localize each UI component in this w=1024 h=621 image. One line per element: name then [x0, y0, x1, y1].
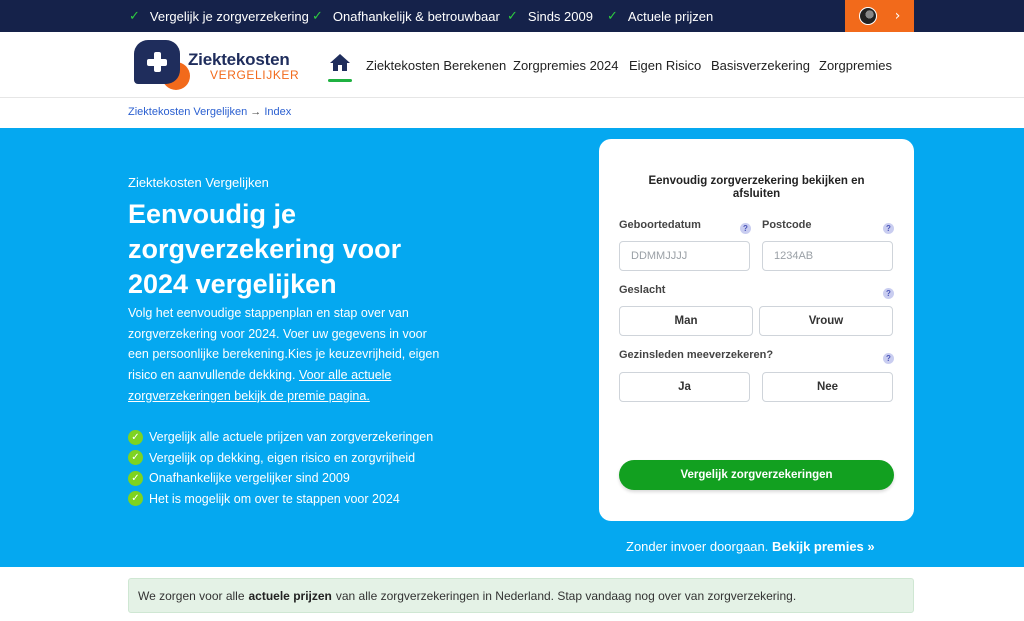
help-icon[interactable]: ?: [883, 223, 894, 234]
usp-item: ✓ Vergelijk je zorgverzekering: [129, 0, 309, 32]
hero-intro-text: Volg het eenvoudige stappenplan en stap …: [128, 306, 440, 383]
postcode-label: Postcode: [762, 219, 812, 231]
gender-label: Geslacht: [619, 284, 666, 296]
usp-item: ✓ Actuele prijzen: [607, 0, 713, 32]
nav-item-zorgpremies-2024[interactable]: Zorgpremies 2024: [513, 32, 619, 98]
family-ja-button[interactable]: Ja: [619, 372, 750, 402]
list-item: ✓ Vergelijk op dekking, eigen risico en z…: [128, 448, 433, 469]
notice-text-bold: actuele prijzen: [248, 588, 332, 603]
breadcrumb: Ziektekosten Vergelijken → Index: [128, 106, 291, 118]
nav-item-ziektekosten-berekenen[interactable]: Ziektekosten Berekenen: [366, 32, 506, 98]
active-nav-underline: [328, 79, 352, 82]
breadcrumb-separator: →: [250, 106, 262, 118]
check-icon: ✓: [607, 8, 618, 23]
usp-text: Sinds 2009: [527, 8, 593, 24]
list-item: ✓ Het is mogelijk om over te stappen voor…: [128, 489, 433, 510]
hero-eyebrow: Ziektekosten Vergelijken: [128, 175, 269, 190]
skip-input-row: Zonder invoer doorgaan. Bekijk premies »: [626, 539, 875, 554]
birthdate-label: Geboortedatum: [619, 219, 701, 231]
plus-icon: [145, 50, 169, 74]
hero-intro: Volg het eenvoudige stappenplan en stap …: [128, 303, 448, 407]
check-circle-icon: ✓: [128, 470, 143, 486]
nav-item-zorgpremies[interactable]: Zorgpremies: [819, 32, 892, 98]
comparison-form-card: Eenvoudig zorgverzekering bekijken en af…: [599, 139, 914, 521]
help-icon[interactable]: ?: [740, 223, 751, 234]
list-item: ✓ Vergelijk alle actuele prijzen van zorg…: [128, 427, 433, 448]
notice-text-after: van alle zorgverzekeringen in Nederland.…: [335, 588, 797, 603]
check-icon: ✓: [507, 8, 518, 23]
family-nee-button[interactable]: Nee: [762, 372, 893, 402]
account-button[interactable]: ›: [845, 0, 914, 32]
usp-text: Actuele prijzen: [627, 8, 714, 24]
list-item: ✓ Onafhankelijke vergelijker sind 2009: [128, 468, 433, 489]
breadcrumb-root-link[interactable]: Ziektekosten Vergelijken: [128, 106, 247, 118]
chevron-right-icon: ›: [894, 8, 901, 24]
help-icon[interactable]: ?: [883, 288, 894, 299]
check-circle-icon: ✓: [128, 429, 143, 445]
birthdate-input[interactable]: [619, 241, 750, 271]
avatar: [858, 7, 877, 25]
form-title: Eenvoudig zorgverzekering bekijken en af…: [648, 175, 865, 200]
info-notice: We zorgen voor alle actuele prijzen van …: [128, 578, 914, 613]
family-label: Gezinsleden meeverzekeren?: [619, 349, 774, 361]
site-header: Ziektekosten VERGELIJKER Ziektekosten Be…: [0, 32, 1024, 98]
usp-item: ✓ Sinds 2009: [507, 0, 593, 32]
check-icon: ✓: [312, 8, 323, 23]
notice-text-before: We zorgen voor alle: [138, 588, 245, 603]
gender-vrouw-button[interactable]: Vrouw: [759, 306, 893, 336]
help-icon[interactable]: ?: [883, 353, 894, 364]
postcode-input[interactable]: [762, 241, 893, 271]
check-circle-icon: ✓: [128, 450, 143, 466]
hero-section: Ziektekosten Vergelijken Eenvoudig je zo…: [0, 128, 1024, 567]
breadcrumb-current: Index: [264, 106, 292, 118]
logo-subtext: VERGELIJKER: [210, 68, 300, 82]
skip-text: Zonder invoer doorgaan.: [626, 539, 769, 554]
benefit-list: ✓ Vergelijk alle actuele prijzen van zorg…: [128, 427, 433, 509]
check-icon: ✓: [129, 8, 140, 23]
logo-text: Ziektekosten: [188, 50, 290, 69]
nav-item-eigen-risico[interactable]: Eigen Risico: [629, 32, 701, 98]
site-logo[interactable]: Ziektekosten VERGELIJKER: [132, 40, 299, 90]
home-icon[interactable]: [328, 54, 352, 82]
nav-item-basisverzekering[interactable]: Basisverzekering: [711, 32, 810, 98]
check-circle-icon: ✓: [128, 491, 143, 507]
usp-text: Onafhankelijk & betrouwbaar: [332, 8, 500, 24]
top-usp-bar: ✓ Vergelijk je zorgverzekering ✓ Onafhan…: [0, 0, 1024, 32]
hero-title: Eenvoudig je zorgverzekering voor 2024 v…: [128, 199, 402, 299]
compare-submit-button[interactable]: Vergelijk zorgverzekeringen: [619, 460, 894, 490]
gender-man-button[interactable]: Man: [619, 306, 753, 336]
usp-text: Vergelijk je zorgverzekering: [149, 8, 309, 24]
usp-item: ✓ Onafhankelijk & betrouwbaar: [312, 0, 500, 32]
view-premiums-link[interactable]: Bekijk premies »: [772, 539, 875, 554]
